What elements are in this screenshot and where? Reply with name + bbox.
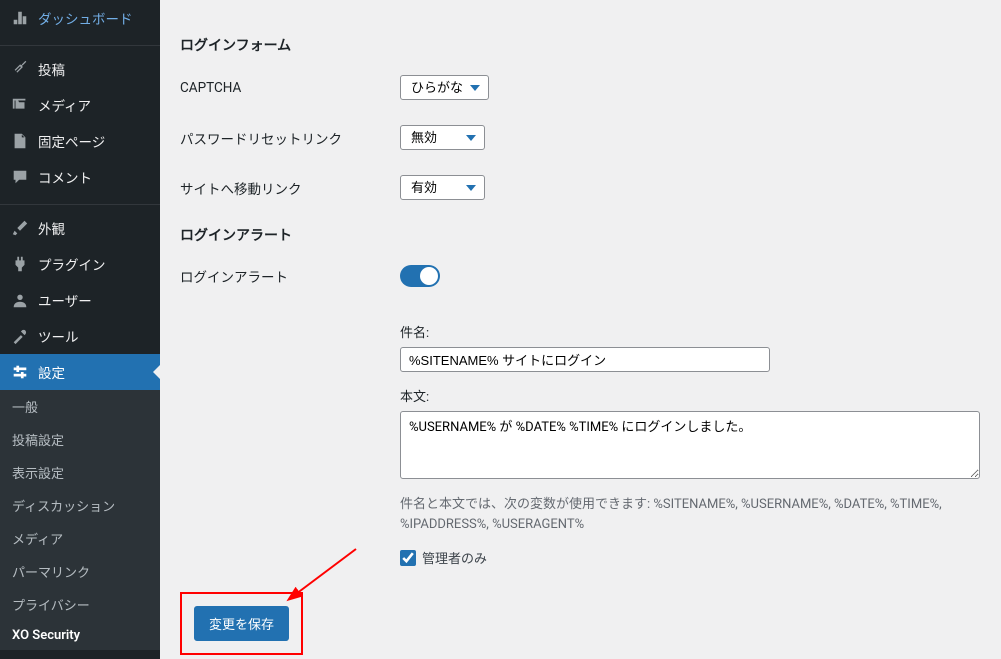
tool-icon xyxy=(10,326,30,346)
menu-separator xyxy=(0,200,160,205)
annotation-arrow-icon xyxy=(281,544,361,604)
page-icon xyxy=(10,131,30,151)
dashboard-icon xyxy=(10,8,30,28)
submenu-item-writing[interactable]: 投稿設定 xyxy=(0,423,160,456)
password-reset-label: パスワードリセットリンク xyxy=(180,128,400,148)
user-icon xyxy=(10,290,30,310)
sidebar-item-plugins[interactable]: プラグイン xyxy=(0,246,160,282)
sidebar-item-label: 設定 xyxy=(38,362,65,382)
menu-separator xyxy=(0,41,160,46)
brush-icon xyxy=(10,218,30,238)
submenu-item-xo-security[interactable]: XO Security xyxy=(0,621,160,650)
password-reset-row: パスワードリセットリンク 無効 xyxy=(180,125,981,150)
admin-only-checkbox[interactable] xyxy=(400,550,416,566)
sidebar-item-label: 固定ページ xyxy=(38,131,105,151)
sidebar-item-label: ツール xyxy=(38,326,79,346)
login-alert-toggle[interactable] xyxy=(400,265,440,287)
plugin-icon xyxy=(10,254,30,274)
login-alert-label: ログインアラート xyxy=(180,266,400,286)
settings-icon xyxy=(10,362,30,382)
submenu-item-media[interactable]: メディア xyxy=(0,522,160,555)
toggle-handle xyxy=(420,267,438,285)
submenu-item-permalink[interactable]: パーマリンク xyxy=(0,555,160,588)
password-reset-select[interactable]: 無効 xyxy=(400,125,485,150)
sidebar-item-settings[interactable]: 設定 xyxy=(0,354,160,390)
sidebar-item-comments[interactable]: コメント xyxy=(0,159,160,195)
settings-submenu: 一般 投稿設定 表示設定 ディスカッション メディア パーマリンク プライバシー… xyxy=(0,390,160,650)
content-area: ログインフォーム CAPTCHA ひらがな パスワードリセットリンク 無効 サイ… xyxy=(160,0,1001,659)
sidebar-item-label: コメント xyxy=(38,167,92,187)
sidebar-item-users[interactable]: ユーザー xyxy=(0,282,160,318)
login-alert-row: ログインアラート xyxy=(180,265,981,287)
sidebar-item-posts[interactable]: 投稿 xyxy=(0,51,160,87)
sidebar-item-appearance[interactable]: 外観 xyxy=(0,210,160,246)
sidebar-item-label: 投稿 xyxy=(38,59,65,79)
login-alert-fields: 件名: 本文: 件名と本文では、次の変数が使用できます: %SITENAME%,… xyxy=(400,312,981,567)
submenu-item-discussion[interactable]: ディスカッション xyxy=(0,489,160,522)
site-link-row: サイトへ移動リンク 有効 xyxy=(180,175,981,200)
site-link-select[interactable]: 有効 xyxy=(400,175,485,200)
login-alert-heading: ログインアラート xyxy=(180,225,981,245)
sidebar-item-pages[interactable]: 固定ページ xyxy=(0,123,160,159)
site-link-label: サイトへ移動リンク xyxy=(180,178,400,198)
captcha-label: CAPTCHA xyxy=(180,80,400,96)
admin-only-row: 管理者のみ xyxy=(400,548,981,567)
admin-only-label: 管理者のみ xyxy=(422,548,487,567)
captcha-select[interactable]: ひらがな xyxy=(400,75,489,100)
login-form-heading: ログインフォーム xyxy=(180,35,981,55)
submit-highlight: 変更を保存 xyxy=(180,592,303,655)
menu-separator xyxy=(0,655,160,659)
subject-input[interactable] xyxy=(400,347,770,372)
submenu-item-general[interactable]: 一般 xyxy=(0,390,160,423)
subject-label: 件名: xyxy=(400,322,981,341)
sidebar-item-label: ユーザー xyxy=(38,290,92,310)
submenu-item-privacy[interactable]: プライバシー xyxy=(0,588,160,621)
body-textarea[interactable] xyxy=(400,411,980,479)
sidebar-item-label: プラグイン xyxy=(38,254,106,274)
submenu-item-reading[interactable]: 表示設定 xyxy=(0,456,160,489)
sidebar-item-dashboard[interactable]: ダッシュボード xyxy=(0,0,160,36)
body-label: 本文: xyxy=(400,386,981,405)
admin-sidebar: ダッシュボード 投稿 メディア 固定ページ コメント 外観 xyxy=(0,0,160,659)
sidebar-item-tools[interactable]: ツール xyxy=(0,318,160,354)
help-text: 件名と本文では、次の変数が使用できます: %SITENAME%, %USERNA… xyxy=(400,495,981,534)
sidebar-item-media[interactable]: メディア xyxy=(0,87,160,123)
save-button[interactable]: 変更を保存 xyxy=(194,606,289,641)
comment-icon xyxy=(10,167,30,187)
sidebar-item-label: ダッシュボード xyxy=(38,8,133,28)
sidebar-item-label: メディア xyxy=(38,95,91,115)
captcha-row: CAPTCHA ひらがな xyxy=(180,75,981,100)
pin-icon xyxy=(10,59,30,79)
sidebar-item-label: 外観 xyxy=(38,218,65,238)
media-icon xyxy=(10,95,30,115)
